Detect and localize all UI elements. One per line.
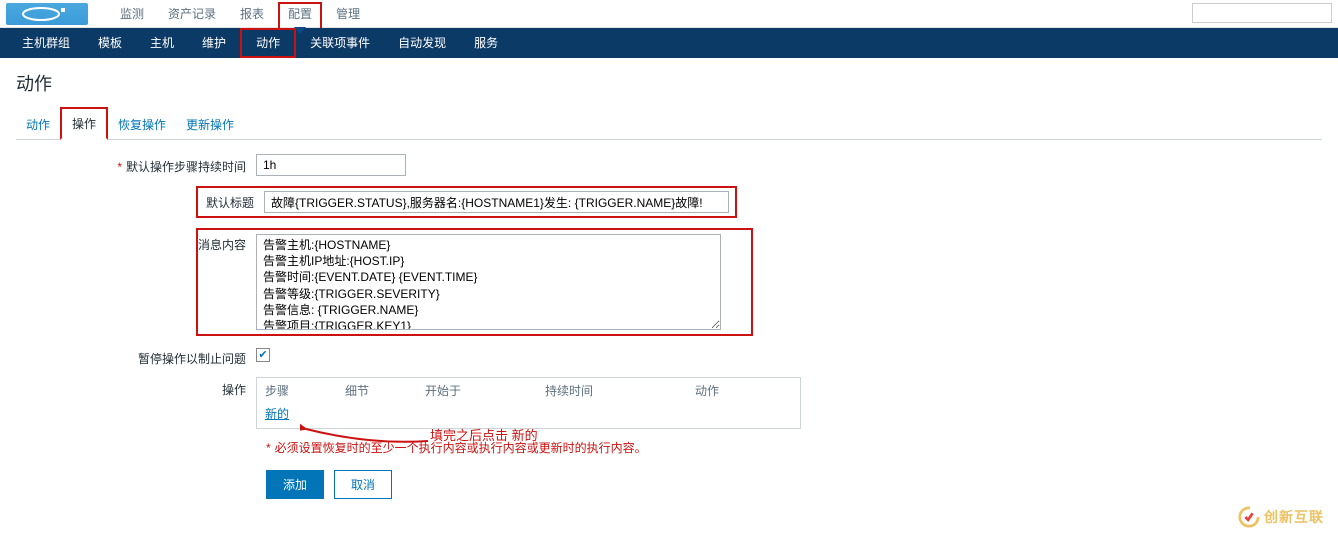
duration-input[interactable] <box>256 154 406 176</box>
watermark-text: 创新互联 <box>1264 507 1324 527</box>
secnav-services[interactable]: 服务 <box>460 28 512 58</box>
topnav-config-label: 配置 <box>288 7 312 21</box>
tab-update[interactable]: 更新操作 <box>176 110 244 139</box>
form-area: *默认操作步骤持续时间 默认标题 消息内容 暂停操作以制止问题 操作 <box>0 140 1338 539</box>
pause-label: 暂停操作以制止问题 <box>16 346 256 367</box>
operations-head: 步骤 细节 开始于 持续时间 动作 <box>257 378 800 403</box>
secondary-nav: 主机群组 模板 主机 维护 动作 关联项事件 自动发现 服务 <box>0 28 1338 58</box>
new-operation-link[interactable]: 新的 <box>265 407 289 421</box>
watermark: 创新互联 <box>1238 506 1324 528</box>
secnav-hostgroups[interactable]: 主机群组 <box>8 28 84 58</box>
operations-label: 操作 <box>16 377 256 398</box>
watermark-icon <box>1238 506 1260 528</box>
title-highlight-frame: 默认标题 <box>196 186 737 218</box>
secnav-actions[interactable]: 动作 <box>240 28 296 58</box>
duration-label: *默认操作步骤持续时间 <box>16 154 256 175</box>
top-header: 监测 资产记录 报表 配置 管理 <box>0 0 1338 28</box>
secnav-discovery[interactable]: 自动发现 <box>384 28 460 58</box>
operations-box: 步骤 细节 开始于 持续时间 动作 新的 <box>256 377 801 429</box>
search-input[interactable] <box>1192 3 1332 23</box>
row-title: 默认标题 <box>16 186 1322 218</box>
title-label: 默认标题 <box>198 194 264 211</box>
content-highlight-frame: 消息内容 <box>196 228 753 336</box>
app-logo[interactable] <box>6 3 88 25</box>
form-buttons: 添加 取消 <box>266 470 1322 499</box>
pause-checkbox[interactable] <box>256 348 270 362</box>
secnav-templates[interactable]: 模板 <box>84 28 136 58</box>
row-duration: *默认操作步骤持续时间 <box>16 154 1322 176</box>
row-content: 消息内容 <box>16 228 1322 336</box>
tab-operations[interactable]: 操作 <box>60 107 108 140</box>
page-title: 动作 <box>0 58 1338 104</box>
row-operations: 操作 步骤 细节 开始于 持续时间 动作 新的 <box>16 377 1322 429</box>
content-label: 消息内容 <box>198 234 256 253</box>
operations-new-row: 新的 <box>257 403 800 428</box>
add-button[interactable]: 添加 <box>266 470 324 499</box>
topnav-monitor[interactable]: 监测 <box>108 0 156 27</box>
cancel-button[interactable]: 取消 <box>334 470 392 499</box>
tab-recovery[interactable]: 恢复操作 <box>108 110 176 139</box>
secnav-maintenance[interactable]: 维护 <box>188 28 240 58</box>
top-nav: 监测 资产记录 报表 配置 管理 <box>108 0 372 27</box>
validation-note-text: 必须设置恢复时的至少一个执行内容或执行内容或更新时的执行内容。 <box>275 441 647 455</box>
ops-col-duration: 持续时间 <box>545 382 695 399</box>
ops-col-start: 开始于 <box>425 382 545 399</box>
title-input[interactable] <box>264 191 729 213</box>
tab-action[interactable]: 动作 <box>16 110 60 139</box>
form-tabs: 动作 操作 恢复操作 更新操作 <box>16 112 1322 140</box>
topnav-inventory[interactable]: 资产记录 <box>156 0 228 27</box>
validation-note: *必须设置恢复时的至少一个执行内容或执行内容或更新时的执行内容。 <box>266 439 1322 456</box>
topnav-config[interactable]: 配置 <box>276 0 324 27</box>
ops-col-step: 步骤 <box>265 382 345 399</box>
topnav-admin[interactable]: 管理 <box>324 0 372 27</box>
secnav-correlation[interactable]: 关联项事件 <box>296 28 384 58</box>
topnav-reports[interactable]: 报表 <box>228 0 276 27</box>
ops-col-detail: 细节 <box>345 382 425 399</box>
secnav-hosts[interactable]: 主机 <box>136 28 188 58</box>
duration-label-text: 默认操作步骤持续时间 <box>126 160 246 174</box>
ops-col-action: 动作 <box>695 382 775 399</box>
logo-icon <box>19 6 75 22</box>
content-textarea[interactable] <box>256 234 721 330</box>
row-pause: 暂停操作以制止问题 <box>16 346 1322 367</box>
